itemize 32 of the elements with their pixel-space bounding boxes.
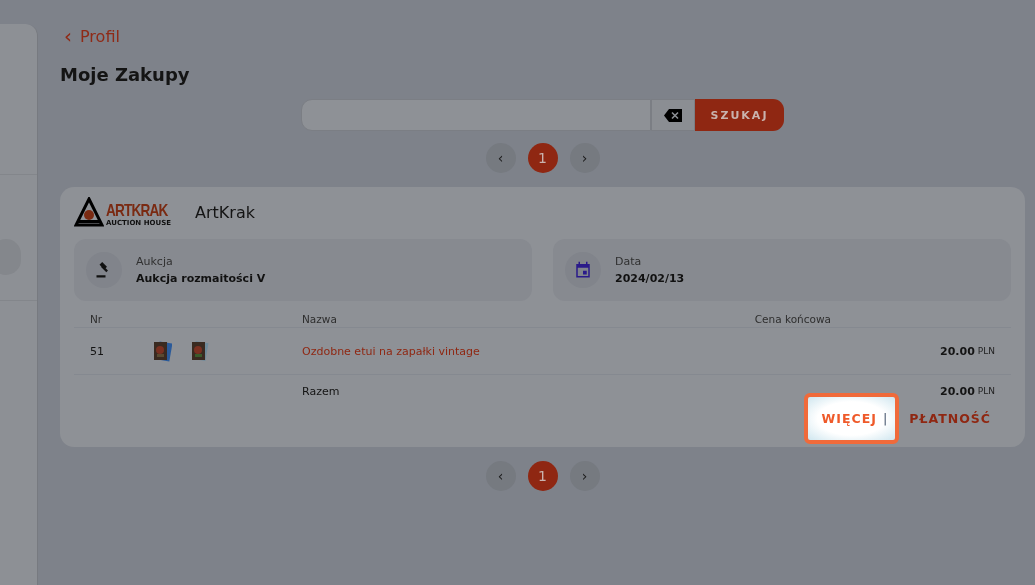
search-button[interactable]: SZUKAJ bbox=[694, 99, 785, 131]
previous-page-button[interactable]: ‹ bbox=[485, 143, 516, 173]
currency-label: PLN bbox=[977, 386, 995, 396]
action-link[interactable]: PŁATNOŚĆ bbox=[909, 410, 991, 426]
page-button[interactable]: 1 bbox=[527, 143, 558, 173]
triangle-logo-icon bbox=[74, 197, 104, 227]
info-value: Aukcja rozmaitości V bbox=[136, 272, 266, 285]
currency-label: PLN bbox=[977, 346, 995, 356]
info-label: Data bbox=[615, 255, 643, 268]
next-page-button[interactable]: › bbox=[569, 143, 600, 173]
backspace-icon bbox=[663, 108, 682, 122]
info-label: Aukcja bbox=[136, 255, 174, 268]
logo-wordmark: ARTKRAK bbox=[106, 202, 168, 219]
action-link[interactable]: WIĘCEJ bbox=[821, 410, 877, 426]
column-header: Nazwa bbox=[301, 313, 337, 327]
column-header: Nr bbox=[89, 313, 104, 327]
separator-text: | bbox=[882, 410, 888, 426]
calendar-icon bbox=[574, 261, 592, 279]
page-title: Moje Zakupy bbox=[60, 64, 191, 85]
next-page-button[interactable]: › bbox=[569, 461, 600, 491]
item-link[interactable]: Ozdobne etui na zapałki vintage bbox=[302, 344, 480, 358]
previous-page-button[interactable]: ‹ bbox=[485, 461, 516, 491]
seller-name: ArtKrak bbox=[195, 202, 255, 222]
clear-button[interactable] bbox=[650, 99, 695, 131]
page-button[interactable]: 1 bbox=[527, 461, 558, 491]
column-header: Cena końcowa bbox=[753, 313, 832, 327]
price-amount: 20.00 bbox=[940, 344, 975, 358]
row-number: 51 bbox=[90, 344, 104, 358]
total-label: Razem bbox=[302, 384, 340, 398]
info-value: 2024/02/13 bbox=[615, 272, 685, 285]
back-link[interactable]: ‹ Profil bbox=[64, 24, 120, 48]
total-amount: 20.00 bbox=[940, 384, 975, 398]
